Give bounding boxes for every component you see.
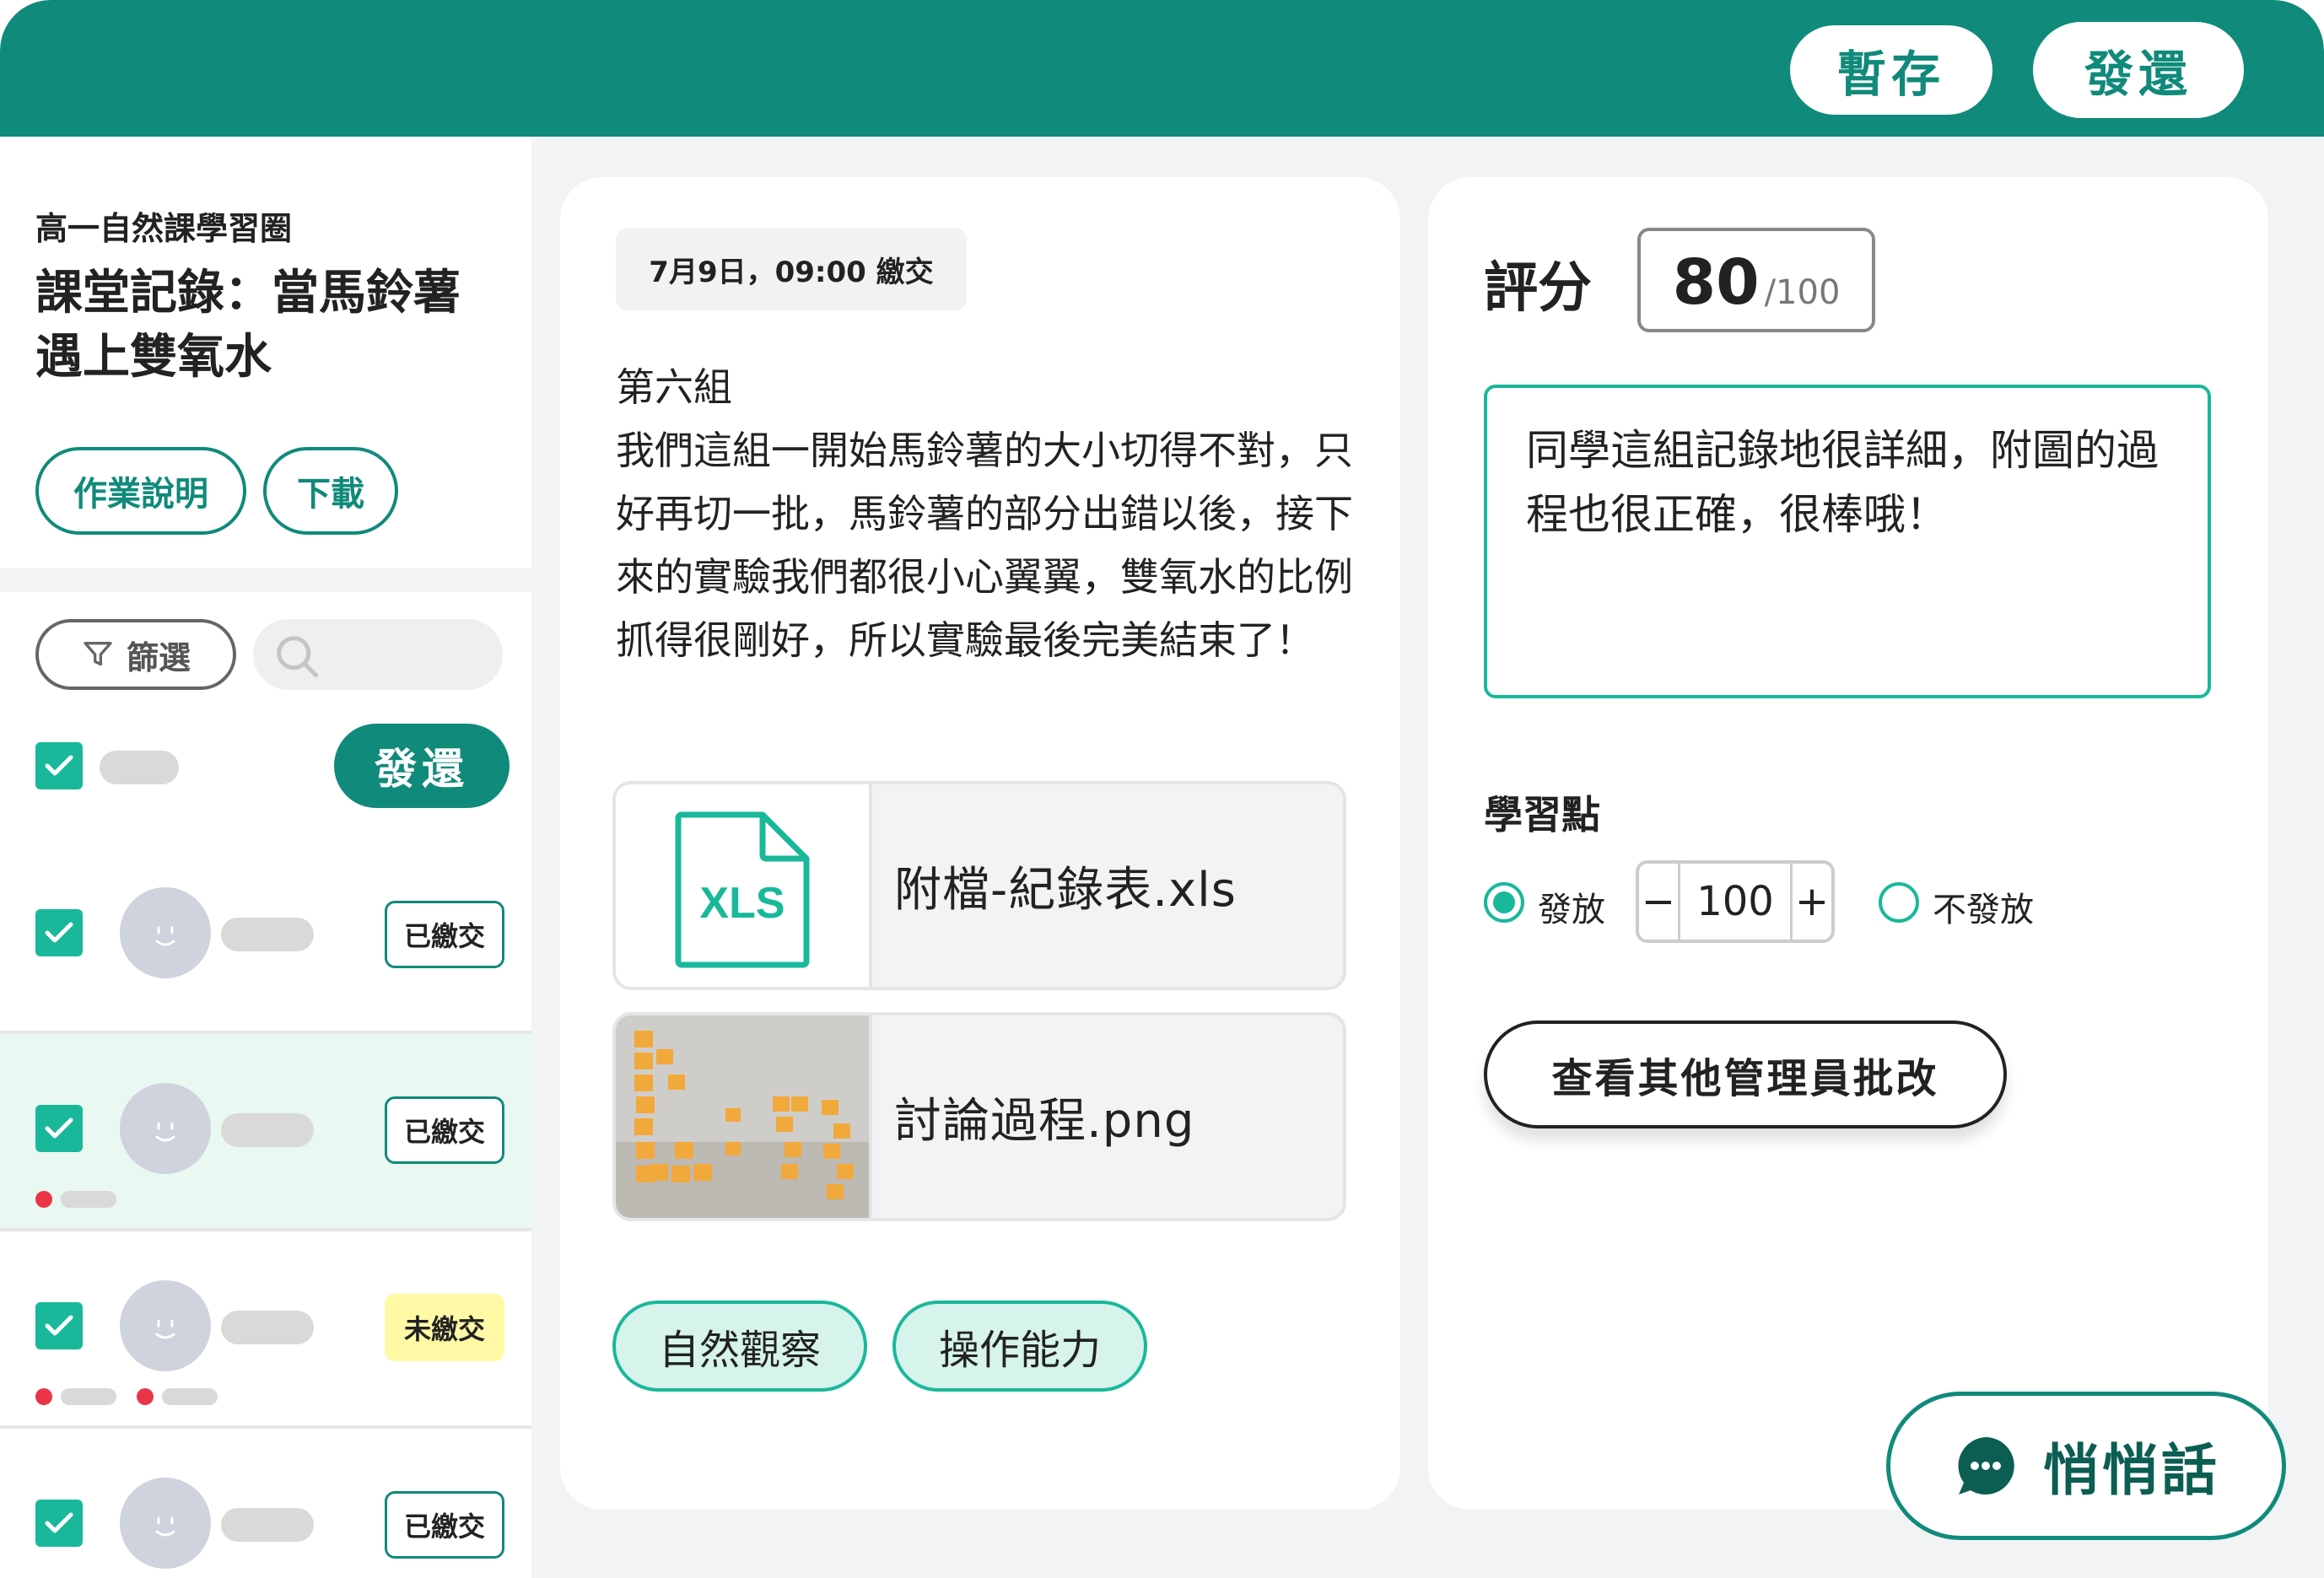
submission-card: 7月9日，09:00 繳交 第六組 我們這組一開始馬鈴薯的大小切得不對，只好再切… [560, 177, 1400, 1510]
student-name [221, 1113, 314, 1147]
face-icon [155, 1122, 175, 1142]
selected-count [100, 751, 179, 784]
file-divider [869, 784, 872, 987]
student-checkbox[interactable] [35, 1302, 83, 1349]
select-all-checkbox[interactable] [35, 742, 83, 789]
file-name: 討論過程.png [894, 1093, 1195, 1149]
no-points-label: 不發放 [1933, 891, 2034, 929]
save-draft-button[interactable]: 暫存 [1790, 25, 1992, 115]
submission-text: 第六組 我們這組一開始馬鈴薯的大小切得不對，只好再切一批，馬鈴薯的部分出錯以後，… [616, 364, 1353, 663]
student-name [221, 1508, 314, 1542]
search-icon [277, 636, 318, 677]
points-value[interactable]: 100 [1678, 864, 1793, 940]
give-points-label: 發放 [1538, 891, 1605, 929]
instructions-button[interactable]: 作業說明 [35, 447, 246, 535]
student-checkbox[interactable] [35, 1500, 83, 1547]
xls-file-icon: XLS [675, 811, 810, 968]
check-icon [45, 1512, 73, 1533]
submission-time: 7月9日，09:00 繳交 [616, 228, 967, 310]
no-points-radio[interactable] [1879, 882, 1919, 923]
status-badge: 已繳交 [385, 1096, 504, 1164]
bulk-return-button[interactable]: 發還 [334, 724, 510, 808]
image-thumbnail [616, 1015, 869, 1218]
filter-icon [84, 642, 112, 666]
notification-dot [35, 1388, 52, 1405]
student-row[interactable]: 未繳交 [0, 1231, 531, 1427]
avatar [120, 887, 211, 978]
avatar [120, 1083, 211, 1174]
status-badge: 已繳交 [385, 901, 504, 968]
learning-points-label: 學習點 [1484, 792, 1600, 837]
student-row[interactable]: 已繳交 [0, 837, 531, 1032]
whisper-button[interactable]: 悄悄話 [1886, 1392, 2286, 1540]
score-label: 評分 [1484, 257, 1592, 320]
student-row[interactable]: 已繳交 [0, 1034, 531, 1230]
tag-operation-skill[interactable]: 操作能力 [892, 1301, 1147, 1392]
download-button[interactable]: 下載 [263, 447, 398, 535]
assignment-title: 課堂記錄：當馬鈴薯遇上雙氧水 [35, 266, 461, 385]
file-thumbnail: XLS [616, 784, 869, 987]
file-name: 附檔-紀錄表.xls [894, 862, 1237, 918]
grading-card: 評分 80 /100 同學這組記錄地很詳細，附圖的過程也很正確，很棒哦！ 學習點… [1428, 177, 2268, 1510]
search-input[interactable] [253, 619, 503, 690]
attachment-png[interactable]: 討論過程.png [612, 1012, 1346, 1221]
tag-nature-observation[interactable]: 自然觀察 [612, 1301, 867, 1392]
return-button[interactable]: 發還 [2033, 22, 2244, 118]
app-window: 暫存 發還 高一自然課學習圈 課堂記錄：當馬鈴薯遇上雙氧水 作業說明 下載 篩選… [0, 0, 2324, 1578]
student-checkbox[interactable] [35, 909, 83, 956]
decrement-button[interactable]: − [1639, 864, 1678, 940]
filter-label: 篩選 [126, 638, 191, 676]
avatar [120, 1280, 211, 1371]
filter-button[interactable]: 篩選 [35, 619, 236, 690]
check-icon [45, 1315, 73, 1336]
check-icon [45, 922, 73, 943]
student-row[interactable]: 已繳交 [0, 1429, 531, 1578]
score-input[interactable]: 80 /100 [1637, 228, 1875, 332]
notification-text [61, 1191, 116, 1208]
check-icon [45, 755, 73, 776]
course-name: 高一自然課學習圈 [35, 210, 293, 247]
notification-dot [35, 1191, 52, 1208]
sticky-notes-photo-icon [616, 1015, 869, 1218]
score-value: 80 [1672, 246, 1760, 319]
file-divider [869, 1015, 872, 1218]
points-stepper[interactable]: − 100 + [1636, 860, 1835, 943]
face-icon [155, 1516, 175, 1537]
status-badge: 未繳交 [385, 1294, 504, 1361]
whisper-label: 悄悄話 [2043, 1438, 2220, 1503]
status-badge: 已繳交 [385, 1491, 504, 1559]
comment-textarea[interactable]: 同學這組記錄地很詳細，附圖的過程也很正確，很棒哦！ [1484, 385, 2211, 698]
xls-label: XLS [699, 879, 785, 928]
notification-text [162, 1388, 218, 1405]
student-checkbox[interactable] [35, 1105, 83, 1152]
chat-bubble-icon [1958, 1437, 2014, 1495]
increment-button[interactable]: + [1793, 864, 1831, 940]
assignment-header: 高一自然課學習圈 課堂記錄：當馬鈴薯遇上雙氧水 作業說明 下載 [0, 137, 531, 568]
student-name [221, 918, 314, 951]
face-icon [155, 1319, 175, 1339]
student-name [221, 1311, 314, 1344]
face-icon [155, 926, 175, 946]
check-icon [45, 1118, 73, 1139]
attachment-xls[interactable]: XLS 附檔-紀錄表.xls [612, 781, 1346, 990]
notification-dot [137, 1388, 154, 1405]
view-admin-reviews-button[interactable]: 查看其他管理員批改 [1484, 1021, 2007, 1128]
score-max: /100 [1764, 273, 1841, 312]
avatar [120, 1478, 211, 1569]
give-points-radio[interactable] [1484, 882, 1524, 923]
top-bar: 暫存 發還 [0, 0, 2324, 137]
notification-text [61, 1388, 116, 1405]
